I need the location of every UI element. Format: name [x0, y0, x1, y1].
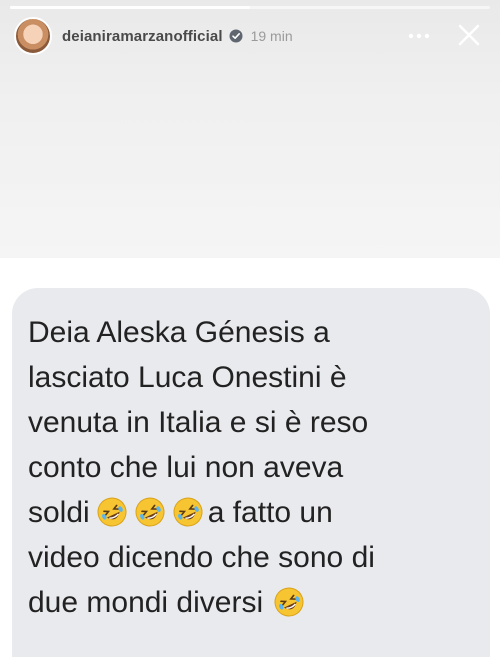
close-button[interactable]: [454, 20, 484, 50]
story-progress-bar: [10, 6, 490, 9]
message-bubble: Deia Aleska Génesis a lasciato Luca Ones…: [12, 288, 490, 657]
story-content-area: Deia Aleska Génesis a lasciato Luca Ones…: [0, 258, 500, 657]
avatar[interactable]: [14, 17, 52, 55]
message-line-with-emoji: soldi a fatto un: [28, 490, 486, 535]
rolling-on-floor-laughing-emoji-icon: [135, 497, 165, 527]
story-top-area: deianiramarzanofficial 19 min: [0, 0, 500, 258]
story-viewer: deianiramarzanofficial 19 min Deia Alesk…: [0, 0, 500, 657]
message-text: Deia Aleska Génesis a lasciato Luca Ones…: [28, 310, 486, 625]
message-line: lasciato Luca Onestini è: [28, 361, 347, 394]
message-line: video dicendo che sono di: [28, 541, 375, 574]
close-icon: [458, 24, 480, 46]
more-horizontal-icon: [408, 33, 430, 39]
more-options-button[interactable]: [406, 24, 432, 48]
story-timestamp: 19 min: [250, 28, 293, 44]
message-line-with-emoji: due mondi diversi: [28, 580, 486, 625]
message-line-segment: soldi: [28, 496, 90, 529]
message-line: conto che lui non aveva: [28, 451, 344, 484]
message-line-segment: due mondi diversi: [28, 586, 264, 619]
username[interactable]: deianiramarzanofficial: [62, 28, 223, 45]
story-progress-fill: [10, 6, 250, 9]
message-line-segment: a fatto un: [207, 496, 333, 529]
rolling-on-floor-laughing-emoji-icon: [274, 587, 304, 617]
verified-badge-icon: [229, 29, 243, 43]
rolling-on-floor-laughing-emoji-icon: [173, 497, 203, 527]
message-line: Deia Aleska Génesis a: [28, 316, 330, 349]
story-header: deianiramarzanofficial 19 min: [14, 16, 488, 56]
rolling-on-floor-laughing-emoji-icon: [97, 497, 127, 527]
message-line: venuta in Italia e si è reso: [28, 406, 369, 439]
